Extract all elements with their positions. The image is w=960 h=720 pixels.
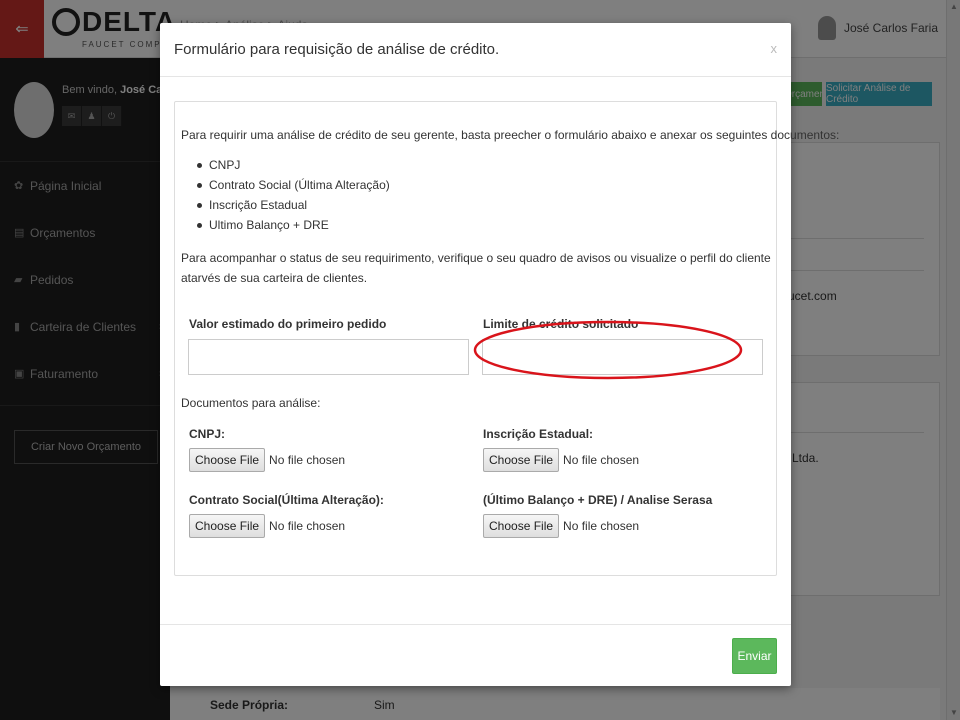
balanco-label: (Último Balanço + DRE) / Analise Serasa	[483, 493, 713, 507]
file-status: No file chosen	[563, 453, 640, 467]
file-status: No file chosen	[269, 453, 346, 467]
close-icon[interactable]: x	[771, 41, 778, 56]
choose-file-button[interactable]: Choose File	[483, 448, 560, 472]
file-status: No file chosen	[563, 519, 640, 533]
contrato-file-input[interactable]: Choose File No file chosen	[189, 514, 345, 538]
valor-input[interactable]	[188, 339, 469, 375]
submit-button[interactable]: Enviar	[732, 638, 777, 674]
inscricao-label: Inscrição Estadual:	[483, 427, 594, 441]
modal-footer-divider	[160, 624, 791, 625]
valor-label: Valor estimado do primeiro pedido	[189, 317, 387, 331]
modal-title: Formulário para requisição de análise de…	[174, 41, 500, 58]
documents-label: Documentos para análise:	[181, 396, 321, 410]
highlight-ellipse-shape	[473, 320, 743, 380]
file-status: No file chosen	[269, 519, 346, 533]
list-item: CNPJ	[197, 158, 390, 178]
list-item: Inscrição Estadual	[197, 198, 390, 218]
inscricao-file-input[interactable]: Choose File No file chosen	[483, 448, 639, 472]
cnpj-label: CNPJ:	[189, 427, 226, 441]
modal-header: Formulário para requisição de análise de…	[160, 23, 791, 77]
contrato-label: Contrato Social(Última Alteração):	[189, 493, 384, 507]
choose-file-button[interactable]: Choose File	[483, 514, 560, 538]
choose-file-button[interactable]: Choose File	[189, 448, 266, 472]
required-documents-list: CNPJ Contrato Social (Última Alteração) …	[197, 158, 390, 238]
list-item: Ultimo Balanço + DRE	[197, 218, 390, 238]
intro-text: Para requirir uma análise de crédito de …	[181, 128, 840, 142]
cnpj-file-input[interactable]: Choose File No file chosen	[189, 448, 345, 472]
highlight-ellipse	[473, 320, 743, 380]
list-item: Contrato Social (Última Alteração)	[197, 178, 390, 198]
status-help-text: Para acompanhar o status de seu requirim…	[181, 251, 771, 285]
balanco-file-input[interactable]: Choose File No file chosen	[483, 514, 639, 538]
choose-file-button[interactable]: Choose File	[189, 514, 266, 538]
